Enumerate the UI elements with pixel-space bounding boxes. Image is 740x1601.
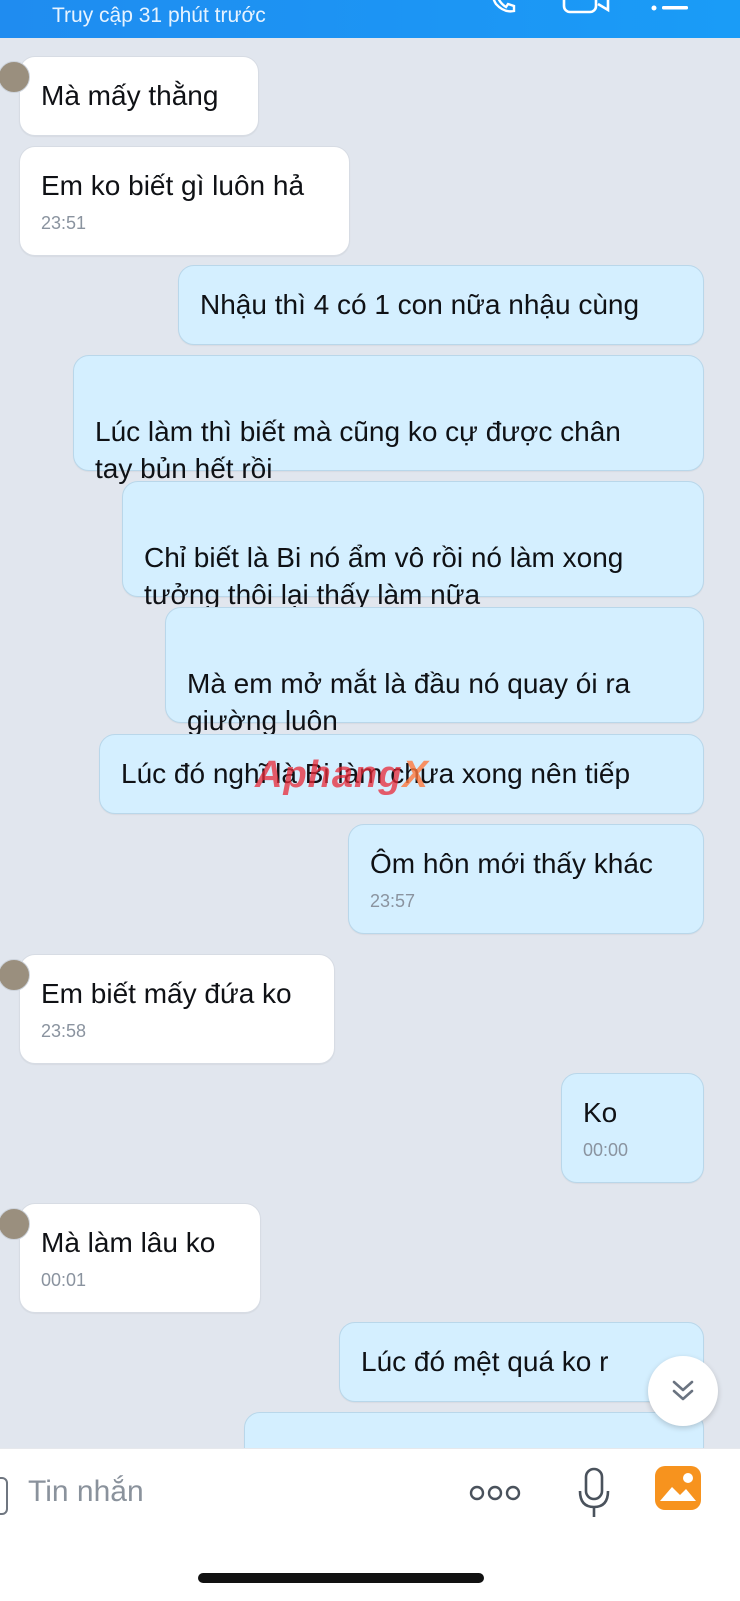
message-bubble[interactable]: Ôm hôn mới thấy khác 23:57 [348,824,704,934]
message-bubble[interactable]: Mà làm lâu ko 00:01 [0,1203,261,1313]
message-bubble[interactable]: Nhậu thì 4 có 1 con nữa nhậu cùng [178,265,704,345]
message-time: 00:00 [583,1140,629,1160]
message-text: Lúc đó mệt quá ko r [361,1346,609,1377]
message-bubble[interactable]: Chỉ biết là Bi nó ẩm vô rồi nó làm xong … [122,481,704,610]
message-time: 23:57 [370,891,416,911]
message-bubble[interactable]: Ko 00:00 [561,1073,704,1183]
sticker-icon[interactable] [0,1477,8,1515]
last-seen-status: Truy cập 31 phút trước [52,4,266,27]
message-text: Lúc làm thì biết mà cũng ko cự được chân… [95,416,621,484]
image-gallery-icon[interactable] [654,1465,702,1511]
message-input[interactable]: Tin nhắn [28,1475,144,1509]
message-time: 23:51 [41,213,87,233]
microphone-icon[interactable] [576,1467,612,1519]
message-bubble[interactable]: Mà em mở mắt là đầu nó quay ói ra giường… [165,607,704,736]
list-menu-icon[interactable] [650,0,690,16]
message-text: Em ko biết gì luôn hả [41,170,305,201]
avatar[interactable] [0,959,30,991]
message-time: 00:01 [41,1270,87,1290]
message-bubble[interactable]: Em ko biết gì luôn hả 23:51 [19,146,350,256]
message-text: Mà làm lâu ko [41,1227,216,1258]
message-bubble[interactable]: Mà mấy thằng [0,56,259,136]
more-dots-icon[interactable] [468,1483,522,1503]
avatar[interactable] [0,61,30,93]
message-list[interactable]: Mà mấy thằng Em ko biết gì luôn hả 23:51… [0,38,740,1492]
double-chevron-down-icon [672,1380,694,1401]
home-indicator [198,1573,484,1583]
message-time: 23:58 [41,1021,87,1041]
message-input-bar: Tin nhắn [0,1448,740,1601]
message-text: Ôm hôn mới thấy khác [370,848,653,879]
message-text: Mà mấy thằng [41,80,219,111]
scroll-to-bottom-button[interactable] [648,1356,718,1426]
chat-header: Truy cập 31 phút trước [0,0,740,38]
watermark-text: Aphang [255,754,403,796]
message-text: Em biết mấy đứa ko [41,978,292,1009]
message-text: Mà em mở mắt là đầu nó quay ói ra giường… [187,668,631,736]
watermark-logo: AphangX [255,754,429,797]
message-bubble[interactable]: Em biết mấy đứa ko 23:58 [0,954,335,1064]
avatar[interactable] [0,1208,30,1240]
message-text: Chỉ biết là Bi nó ẩm vô rồi nó làm xong … [144,542,624,610]
phone-icon[interactable] [488,0,518,16]
watermark-accent: X [402,754,429,796]
video-camera-icon[interactable] [562,0,610,16]
message-bubble[interactable]: Lúc làm thì biết mà cũng ko cự được chân… [73,355,704,484]
message-text: Ko [583,1097,618,1128]
message-text: Nhậu thì 4 có 1 con nữa nhậu cùng [200,289,640,320]
